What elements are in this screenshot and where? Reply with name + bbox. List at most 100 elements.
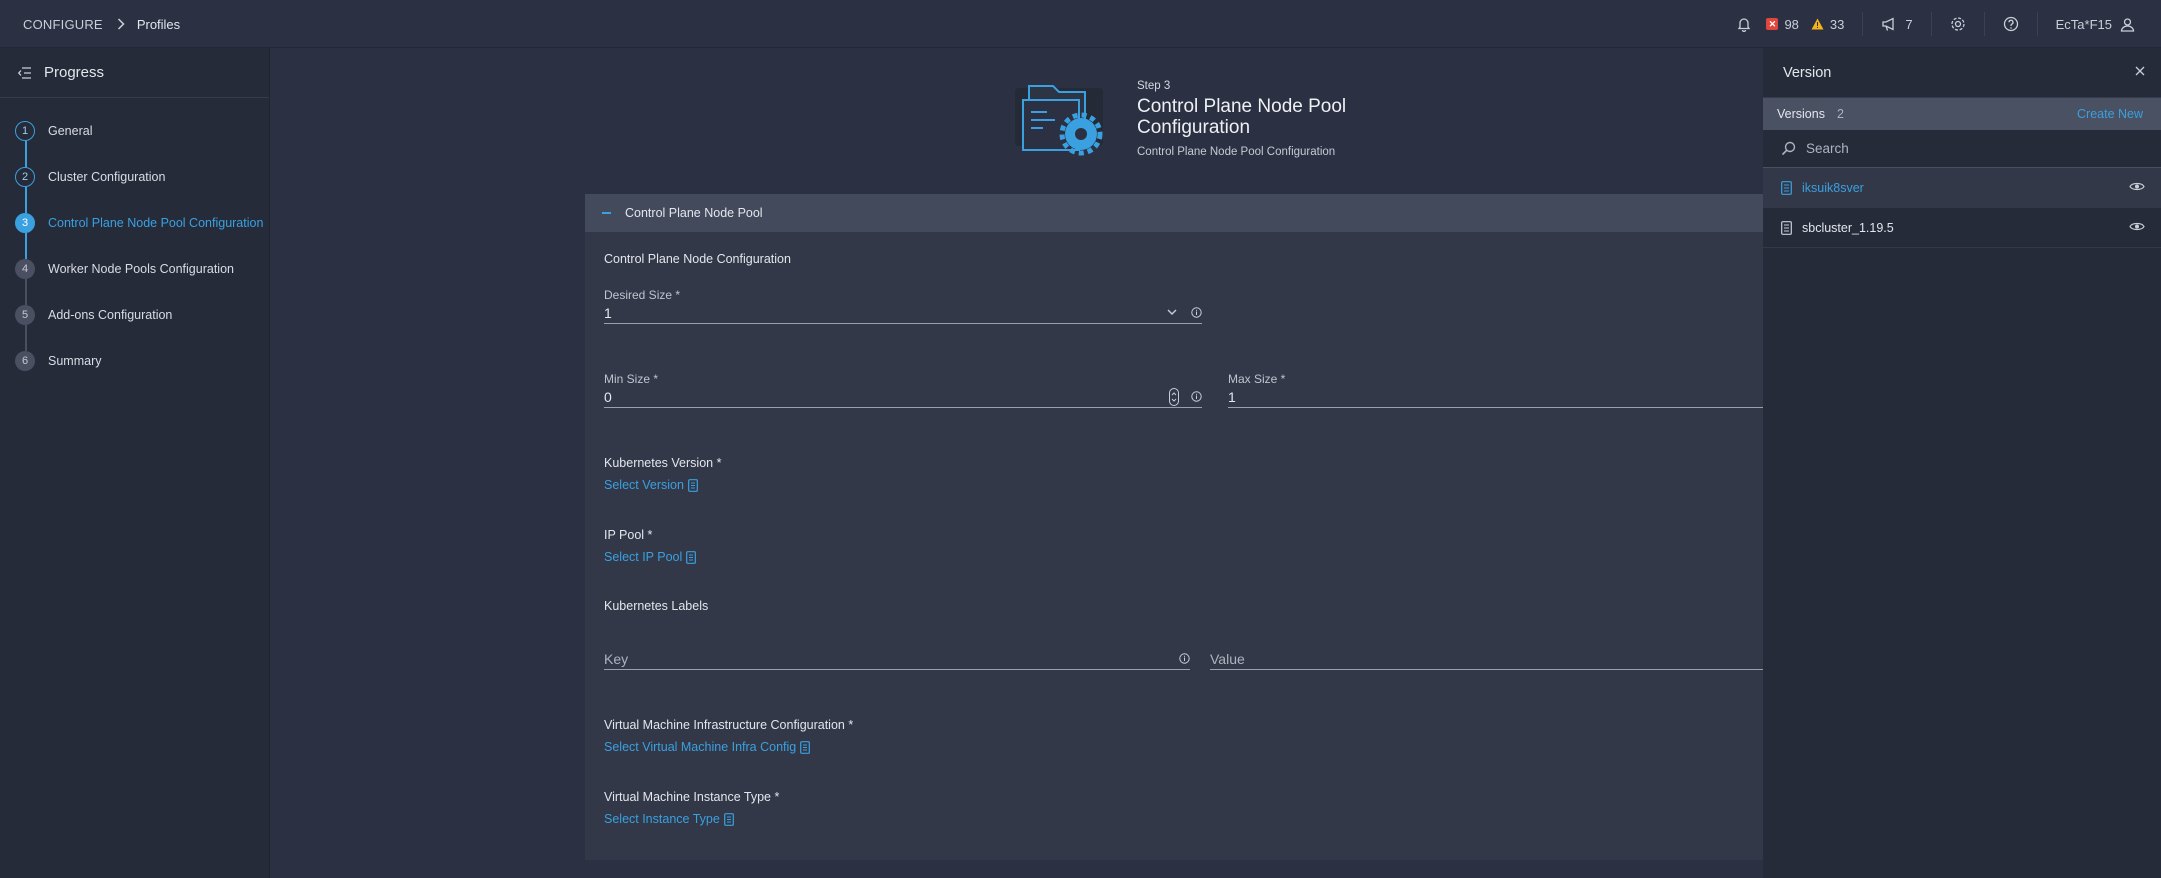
critical-alarms[interactable]: ✕ 98 <box>1766 17 1799 32</box>
section-title: Control Plane Node Pool <box>625 206 763 220</box>
node-config-title: Control Plane Node Configuration <box>604 252 791 266</box>
form-card: Control Plane Node Pool Control Plane No… <box>585 194 1765 860</box>
chevron-down-icon <box>1167 309 1177 316</box>
divider <box>1930 12 1932 36</box>
top-bar: CONFIGURE Profiles ✕ 98 33 7 EcTa*F15 <box>0 0 2161 48</box>
warning-alarms[interactable]: 33 <box>1811 17 1844 32</box>
document-icon <box>1781 180 1792 195</box>
step-control-plane[interactable]: 3 Control Plane Node Pool Configuration <box>0 200 270 246</box>
document-icon <box>686 550 697 564</box>
min-size-label: Min Size * <box>604 372 659 386</box>
select-vm-infra-link[interactable]: Select Virtual Machine Infra Config <box>604 740 811 754</box>
progress-header: Progress <box>0 48 269 98</box>
megaphone-icon <box>1881 16 1897 32</box>
breadcrumb: CONFIGURE Profiles <box>23 0 180 48</box>
select-version-link[interactable]: Select Version <box>604 478 698 492</box>
bell-icon[interactable] <box>1736 16 1752 32</box>
versions-bar: Versions 2 Create New <box>1763 98 2161 130</box>
info-icon[interactable] <box>1179 653 1190 664</box>
breadcrumb-configure[interactable]: CONFIGURE <box>23 17 103 32</box>
document-icon <box>688 478 698 492</box>
step-cluster-configuration[interactable]: 2 Cluster Configuration <box>0 154 270 200</box>
desired-size-value: 1 <box>604 304 612 321</box>
version-item[interactable]: sbcluster_1.19.5 <box>1763 208 2161 248</box>
step-number: 3 <box>15 213 35 233</box>
progress-panel: Progress 1 General 2 Cluster Configurati… <box>0 48 270 878</box>
ip-pool-label: IP Pool * <box>604 528 653 542</box>
divider <box>1862 12 1864 36</box>
breadcrumb-profiles: Profiles <box>136 16 181 32</box>
step-worker-node-pools[interactable]: 4 Worker Node Pools Configuration <box>0 246 270 292</box>
search-placeholder: Search <box>1806 141 1849 156</box>
step-number: 6 <box>15 351 35 371</box>
select-instance-type-text: Select Instance Type <box>604 812 720 826</box>
step-summary[interactable]: 6 Summary <box>0 338 270 384</box>
max-size-input[interactable]: 1 <box>1228 386 1765 408</box>
version-panel-header: Version <box>1763 48 2161 98</box>
select-version-text: Select Version <box>604 478 684 492</box>
search-input[interactable]: Search <box>1763 130 2161 168</box>
critical-icon: ✕ <box>1766 18 1779 30</box>
step-label: Summary <box>48 354 102 368</box>
desired-size-label: Desired Size * <box>604 288 681 302</box>
document-icon <box>1781 220 1792 235</box>
eye-icon[interactable] <box>2129 221 2145 232</box>
user-name: EcTa*F15 <box>2055 16 2112 32</box>
page-title: Control Plane Node Pool Configuration <box>1137 96 1347 138</box>
create-new-button[interactable]: Create New <box>2077 107 2143 121</box>
step-number: 4 <box>15 259 35 279</box>
announcements[interactable]: 7 <box>1881 16 1913 32</box>
version-name: sbcluster_1.19.5 <box>1802 220 1894 235</box>
step-label: Worker Node Pools Configuration <box>48 262 234 276</box>
step-number: 5 <box>15 305 35 325</box>
gear-icon[interactable] <box>1950 16 1966 32</box>
step-header: Step 3 Control Plane Node Pool Configura… <box>1015 74 1395 174</box>
step-general[interactable]: 1 General <box>0 108 270 154</box>
document-icon <box>800 740 811 754</box>
value-placeholder: Value <box>1210 650 1245 667</box>
vm-instance-label: Virtual Machine Instance Type * <box>604 790 780 804</box>
collapse-icon[interactable] <box>602 212 611 214</box>
page-subtitle: Control Plane Node Pool Configuration <box>1137 146 1336 158</box>
warning-icon <box>1811 18 1824 30</box>
help-icon[interactable] <box>2003 16 2019 32</box>
step-label: Control Plane Node Pool Configuration <box>48 216 264 230</box>
section-header[interactable]: Control Plane Node Pool <box>585 194 1765 232</box>
k8s-version-label: Kubernetes Version * <box>604 456 722 470</box>
step-label: General <box>48 124 93 138</box>
warning-count: 33 <box>1829 16 1845 32</box>
eye-icon[interactable] <box>2129 181 2145 192</box>
step-number: 2 <box>15 167 35 187</box>
label-key-input[interactable]: Key <box>604 648 1190 670</box>
close-icon[interactable] <box>2135 66 2145 76</box>
version-panel-title: Version <box>1783 64 1832 81</box>
select-ip-pool-link[interactable]: Select IP Pool <box>604 550 697 564</box>
min-size-value: 0 <box>604 388 612 405</box>
collapse-menu-icon[interactable] <box>18 66 32 79</box>
versions-label: Versions <box>1777 107 1825 121</box>
announcement-count: 7 <box>1905 16 1913 32</box>
info-icon[interactable] <box>1191 391 1202 402</box>
number-stepper-icon[interactable] <box>1169 387 1179 406</box>
select-ip-pool-text: Select IP Pool <box>604 550 683 564</box>
versions-count: 2 <box>1836 107 1844 121</box>
user-menu[interactable]: EcTa*F15 <box>2056 17 2135 32</box>
vm-infra-label: Virtual Machine Infrastructure Configura… <box>604 718 854 732</box>
select-vm-infra-text: Select Virtual Machine Infra Config <box>604 740 797 754</box>
folder-gear-icon <box>1015 74 1120 169</box>
info-icon[interactable] <box>1191 307 1202 318</box>
version-name: iksuik8sver <box>1802 180 1864 195</box>
search-icon <box>1781 141 1796 156</box>
select-instance-type-link[interactable]: Select Instance Type <box>604 812 734 826</box>
min-size-input[interactable]: 0 <box>604 386 1202 408</box>
label-value-input[interactable]: Value <box>1210 648 1765 670</box>
version-item[interactable]: iksuik8sver <box>1763 168 2161 208</box>
step-add-ons[interactable]: 5 Add-ons Configuration <box>0 292 270 338</box>
version-panel: Version Versions 2 Create New Search iks… <box>1763 48 2161 878</box>
max-size-label: Max Size * <box>1228 372 1286 386</box>
divider <box>1983 12 1985 36</box>
k8s-labels-title: Kubernetes Labels <box>604 599 709 613</box>
desired-size-select[interactable]: 1 <box>604 302 1202 324</box>
divider <box>2036 12 2038 36</box>
step-label: Cluster Configuration <box>48 170 166 184</box>
